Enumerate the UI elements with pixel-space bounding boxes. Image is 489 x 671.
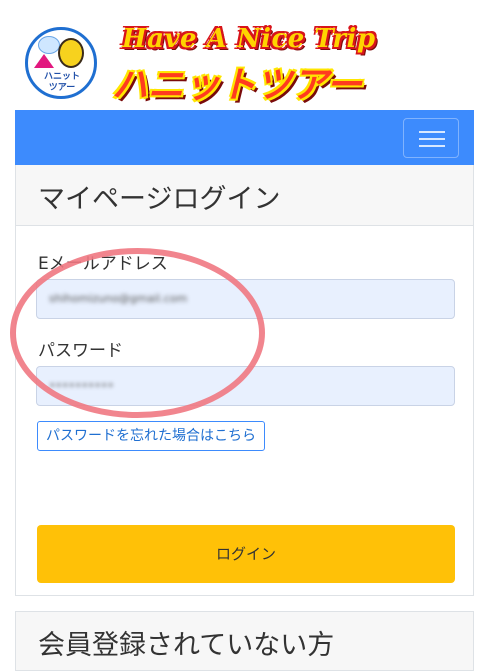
email-value: shihomizuno@gmail.com [49,292,188,305]
login-card: マイページログイン Eメールアドレス shihomizuno@gmail.com… [15,165,474,596]
hamburger-menu-button[interactable] [403,118,459,158]
register-card: 会員登録されていない方 [15,611,474,671]
mascot-logo[interactable]: ハニット ツアー [25,27,97,99]
bee-mascot-icon [58,38,84,68]
password-field[interactable]: •••••••••• [36,366,455,406]
page-title: マイページログイン [38,184,281,215]
logo-text: ハニット ツアー [43,72,80,93]
brand-name-ja[interactable]: ハニットツアー [112,56,362,108]
email-field[interactable]: shihomizuno@gmail.com [36,279,455,319]
brand-name-en[interactable]: Have A Nice Trip [122,24,376,54]
login-button[interactable]: ログイン [37,525,455,583]
register-card-title: 会員登録されていない方 [38,630,335,661]
site-header: ハニット ツアー Have A Nice Trip ハニットツアー [0,0,489,108]
flag-icon [34,54,54,68]
email-label: Eメールアドレス [38,254,168,274]
password-label: パスワード [38,341,123,361]
navbar [15,110,474,165]
menu-line [419,131,445,133]
login-card-header: マイページログイン [16,165,473,226]
menu-line [419,138,445,140]
password-value: •••••••••• [49,379,114,392]
forgot-password-button[interactable]: パスワードを忘れた場合はこちら [37,421,265,451]
menu-line [419,145,445,147]
bee-wing-icon [38,36,60,54]
